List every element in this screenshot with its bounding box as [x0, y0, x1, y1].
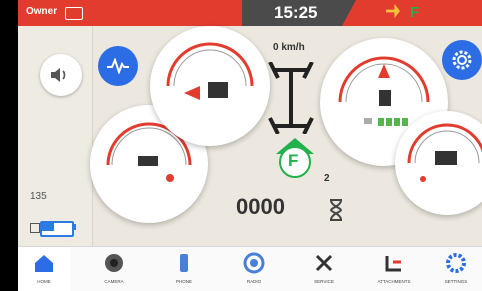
bottom-navigation: HOME CAMERA PHONE RADIO SERVICE ATTACHME… — [18, 246, 482, 291]
settings-gear-button[interactable] — [442, 40, 482, 80]
battery-voltage-gauge — [395, 111, 482, 215]
nav-radio[interactable]: RADIO — [228, 247, 280, 291]
time-divider — [342, 0, 356, 26]
nav-service[interactable]: SERVICE — [298, 247, 350, 291]
fuel-icon — [379, 90, 391, 106]
drive-axle-icon — [268, 62, 314, 134]
nav-phone[interactable]: PHONE — [158, 247, 210, 291]
nav-attachments[interactable]: ATTACHMENTS — [368, 247, 420, 291]
plug-icon — [30, 223, 40, 233]
direction-arrow-icon — [386, 4, 400, 18]
camera-icon — [105, 254, 123, 272]
machine-dashboard-screen: Owner 15:25 F 135 0 km/h F 2 0000 HOME C… — [18, 0, 482, 291]
settings-icon — [446, 253, 466, 273]
service-icon — [315, 254, 333, 272]
home-icon — [35, 255, 53, 272]
oil-temperature-gauge — [150, 26, 270, 146]
status-bar-content: Owner 15:25 F — [18, 0, 482, 26]
nav-camera[interactable]: CAMERA — [88, 247, 140, 291]
radio-icon — [243, 252, 265, 274]
hourglass-icon — [329, 199, 343, 221]
gear-indicator: F — [288, 151, 299, 170]
nav-home[interactable]: HOME — [18, 247, 70, 291]
hour-meter: 0000 — [236, 194, 285, 219]
phone-icon — [180, 254, 188, 272]
nav-settings[interactable]: SETTINGS — [430, 247, 482, 291]
clock-time: 15:25 — [274, 3, 318, 22]
speed-readout: 0 km/h — [273, 42, 305, 53]
volume-button[interactable] — [40, 54, 82, 96]
pulse-icon — [107, 58, 129, 74]
engine-icon — [138, 156, 158, 166]
attachments-icon — [385, 256, 401, 272]
battery-icon — [435, 151, 457, 165]
gear-icon — [452, 50, 472, 70]
health-button[interactable] — [98, 46, 138, 86]
gear-number: 2 — [324, 173, 330, 184]
owner-label: Owner — [26, 6, 58, 17]
oil-temp-icon — [208, 82, 228, 98]
speaker-icon — [51, 68, 66, 82]
battery-indicator — [30, 221, 78, 237]
owner-card-icon — [65, 7, 83, 20]
left-panel: 135 — [18, 26, 93, 262]
small-odometer: 135 — [30, 191, 47, 202]
status-gear: F — [410, 4, 420, 21]
